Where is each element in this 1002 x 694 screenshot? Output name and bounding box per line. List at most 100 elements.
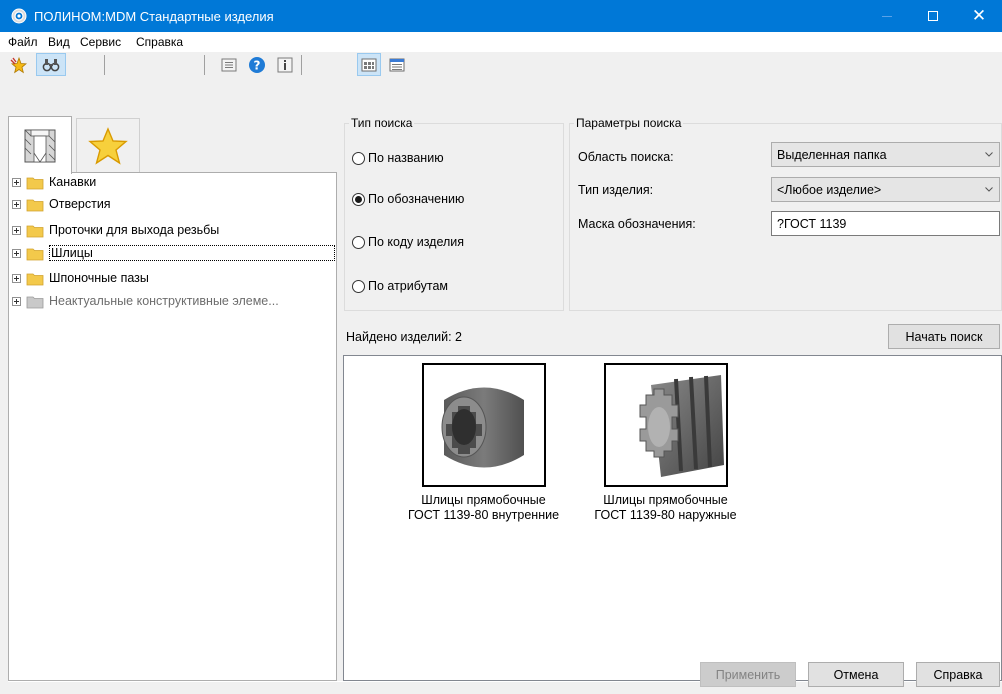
large-icons-view-icon [361,58,377,71]
expand-icon[interactable] [12,226,21,235]
menu-service[interactable]: Сервис [80,35,121,49]
left-tabs [6,116,337,174]
list-icon [221,58,237,71]
folder-icon [26,199,44,212]
minimize-icon [882,15,892,17]
internal-spline-image [441,387,524,468]
tree-item-label: Канавки [49,175,97,189]
item-type-label: Тип изделия: [578,183,654,197]
expand-icon[interactable] [12,178,21,187]
window-title: ПОЛИНОМ:MDM Стандартные изделия [34,9,274,24]
apply-button[interactable]: Применить [700,662,796,687]
tree-item-label: Отверстия [49,197,111,211]
internal-spline-thumbnail [421,363,546,487]
tree-item[interactable]: Канавки [9,173,336,193]
tree-item-label: Неактуальные конструктивные элеме... [49,294,279,308]
menu-file[interactable]: Файл [8,35,38,49]
radio-circle[interactable] [352,151,365,165]
help-footer-button[interactable]: Справка [916,662,1000,687]
radio-by-designation[interactable]: По обозначению [352,191,464,207]
result-caption-line1: Шлицы прямобочные [421,493,546,507]
catalog-tree: Канавки Отверстия Проточки для выхода ре… [8,172,337,681]
info-button[interactable] [273,53,297,76]
item-type-value: <Любое изделие> [777,183,882,197]
designation-mask-value: ?ГОСТ 1139 [777,217,847,231]
catalog-part-icon [24,129,56,163]
folder-icon [26,273,44,286]
search-area-label: Область поиска: [578,150,674,164]
toolbar-separator [301,55,302,75]
help-icon: ? [249,56,265,73]
tree-item[interactable]: Проточки для выхода резьбы [9,221,336,241]
maximize-icon [928,11,938,21]
expand-icon[interactable] [12,297,21,306]
radio-label: По коду изделия [368,235,465,249]
radio-circle-checked[interactable] [352,192,365,206]
search-params-legend: Параметры поиска [574,116,684,130]
external-spline-thumbnail [603,363,728,487]
toolbar: ? [0,52,1002,78]
svg-text:?: ? [254,58,261,72]
tree-item[interactable]: Отверстия [9,195,336,215]
menu-bar: Файл Вид Сервис Справка [0,32,1002,52]
radio-circle[interactable] [352,235,365,249]
star-icon [88,126,128,165]
gear-icon [11,8,27,24]
details-view-icon [389,58,405,71]
radio-by-code[interactable]: По коду изделия [352,234,464,250]
item-type-select[interactable]: <Любое изделие> [771,177,1000,202]
large-icons-view-button[interactable] [357,53,381,76]
minimize-button[interactable] [864,0,910,32]
designation-mask-input[interactable]: ?ГОСТ 1139 [771,211,1000,236]
start-search-button[interactable]: Начать поиск [888,324,1000,349]
favorites-tab[interactable] [76,118,140,172]
result-caption-line1: Шлицы прямобочные [603,493,728,507]
toolbar-separator [104,55,105,75]
radio-label: По названию [368,151,444,165]
tree-item-label: Шлицы [49,245,335,261]
radio-label: По обозначению [368,192,465,206]
close-icon: ✕ [971,5,987,26]
tree-item-selected[interactable]: Шлицы [9,244,336,264]
result-caption: Шлицы прямобочные ГОСТ 1139-80 внутренни… [396,493,571,523]
expand-icon[interactable] [12,249,21,258]
folder-icon [26,225,44,238]
result-item[interactable]: Шлицы прямобочные ГОСТ 1139-80 внутренни… [396,363,571,523]
folder-gray-icon [26,296,44,309]
search-area-select[interactable]: Выделенная папка [771,142,1000,167]
external-spline-image [639,375,724,477]
details-view-button[interactable] [385,53,409,76]
radio-by-attributes[interactable]: По атрибутам [352,278,448,294]
toolbar-separator [204,55,205,75]
cancel-button[interactable]: Отмена [808,662,904,687]
binoculars-icon [42,58,60,71]
help-button[interactable]: ? [245,53,269,76]
info-icon [277,57,293,72]
search-button[interactable] [36,53,66,76]
folder-icon [26,248,44,261]
tree-item[interactable]: Шпоночные пазы [9,269,336,289]
catalog-tab[interactable] [8,116,72,174]
list-button[interactable] [217,53,241,76]
expand-icon[interactable] [12,200,21,209]
add-favorite-button[interactable] [6,53,30,76]
menu-view[interactable]: Вид [48,35,70,49]
expand-icon[interactable] [12,274,21,283]
chevron-down-icon [985,152,993,157]
result-item[interactable]: Шлицы прямобочные ГОСТ 1139-80 наружные [578,363,753,523]
close-button[interactable]: ✕ [956,0,1002,32]
menu-help[interactable]: Справка [136,35,183,49]
result-caption-line2: ГОСТ 1139-80 наружные [594,508,737,522]
tree-item-label: Шпоночные пазы [49,271,149,285]
radio-label: По атрибутам [368,279,449,293]
tree-item[interactable]: Неактуальные конструктивные элеме... [9,292,336,312]
radio-circle[interactable] [352,279,365,293]
results-list: Шлицы прямобочные ГОСТ 1139-80 внутренни… [343,355,1002,681]
favorite-star-icon [10,56,27,73]
maximize-button[interactable] [910,0,956,32]
result-caption-line2: ГОСТ 1139-80 внутренние [407,508,560,522]
search-type-legend: Тип поиска [349,116,415,130]
found-count: Найдено изделий: 2 [346,330,462,344]
chevron-down-icon [985,187,993,192]
radio-by-name[interactable]: По названию [352,150,444,166]
